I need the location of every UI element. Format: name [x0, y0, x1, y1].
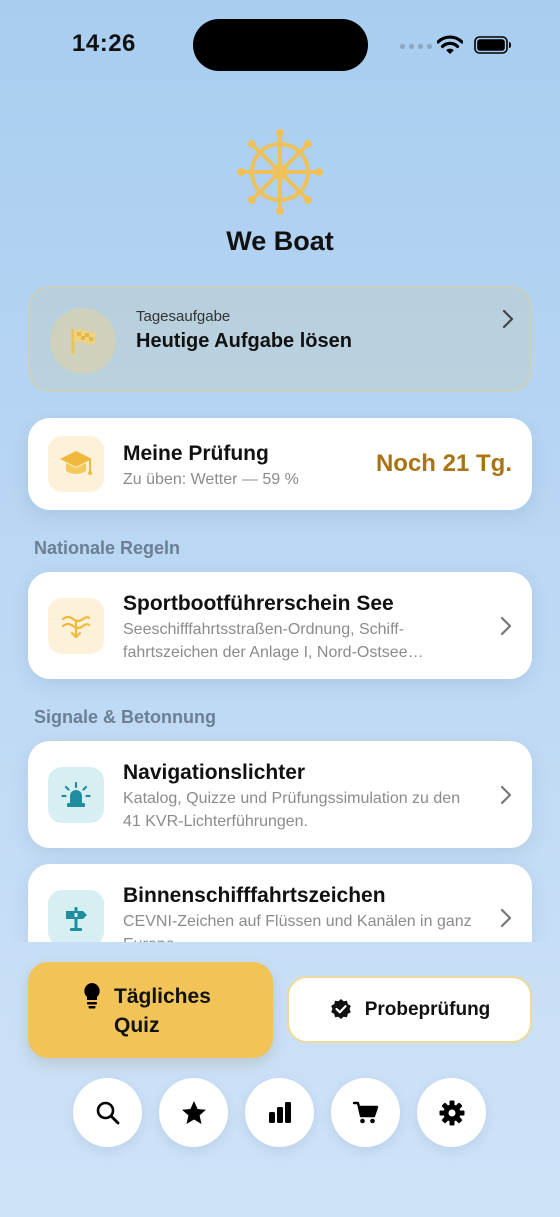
- daily-task-card[interactable]: Tagesaufgabe Heutige Aufgabe lösen: [28, 286, 532, 392]
- checkered-flag-icon: [71, 328, 95, 355]
- chevron-right-icon: [500, 785, 512, 805]
- exam-countdown: Noch 21 Tg.: [375, 450, 512, 477]
- list-item-inland-signs[interactable]: Binnenschifffahrtszeichen CEVNI-Zeichen …: [28, 864, 532, 942]
- task-title: Heutige Aufgabe lösen: [136, 330, 352, 352]
- list-item-navigation-lights[interactable]: Navigationslichter Katalog, Quizze und P…: [28, 741, 532, 848]
- sbf-title: Sportbootführerschein See: [123, 592, 394, 615]
- signpost-icon: [66, 907, 87, 931]
- daily-quiz-button[interactable]: Tägliches Quiz: [28, 962, 273, 1058]
- graduation-cap-icon: [60, 451, 92, 475]
- my-exam-card[interactable]: Meine Prüfung Zu üben: Wetter — 59 % Noc…: [28, 418, 532, 510]
- lightbulb-icon: [84, 983, 100, 1009]
- app-title: We Boat: [226, 226, 334, 256]
- nav-lights-title: Navigationslichter: [123, 761, 306, 784]
- section-label-national-rules: Nationale Regeln: [34, 538, 181, 558]
- verified-badge-icon: [330, 998, 351, 1019]
- tab-favorites[interactable]: [159, 1078, 228, 1147]
- exam-title: Meine Prüfung: [123, 442, 269, 465]
- waves-icon: [61, 615, 91, 639]
- mock-exam-button[interactable]: Probeprüfung: [287, 976, 532, 1043]
- inland-signs-icon-tile: [48, 890, 104, 942]
- cart-icon: [352, 1101, 378, 1123]
- sbf-icon-tile: [48, 598, 104, 654]
- list-item-sbf-see[interactable]: Sportbootführerschein See Seeschifffahrt…: [28, 572, 532, 679]
- star-icon: [181, 1100, 206, 1124]
- stats-icon: [268, 1101, 291, 1123]
- daily-quiz-label: Tägliches Quiz: [114, 985, 211, 1037]
- dynamic-island: [193, 19, 368, 71]
- bottom-tab-bar: [73, 1078, 486, 1147]
- tab-settings[interactable]: [417, 1078, 486, 1147]
- mock-exam-label: Probeprüfung: [364, 998, 491, 1020]
- beacon-light-icon: [61, 781, 91, 807]
- nav-lights-subtitle: Katalog, Quizze und Prüfungssimulation z…: [123, 790, 461, 830]
- task-icon-bg: [50, 308, 116, 374]
- tab-stats[interactable]: [245, 1078, 314, 1147]
- battery-icon: [474, 36, 511, 54]
- status-time: 14:26: [72, 30, 136, 57]
- settings-icon: [439, 1100, 464, 1125]
- chevron-right-icon: [502, 309, 514, 329]
- task-kicker: Tagesaufgabe: [136, 308, 231, 325]
- tab-search[interactable]: [73, 1078, 142, 1147]
- search-icon: [96, 1101, 119, 1124]
- wifi-icon: [437, 35, 463, 54]
- ship-wheel-icon: [237, 129, 323, 215]
- inland-signs-title: Binnenschifffahrtszeichen: [123, 884, 386, 907]
- cellular-signal-icon: [400, 44, 432, 49]
- status-bar: 14:26: [0, 0, 560, 90]
- inland-signs-subtitle: CEVNI-Zeichen auf Flüssen und Kanälen in…: [123, 913, 472, 942]
- exam-icon-tile: [48, 436, 104, 492]
- section-label-signals: Signale & Betonnung: [34, 707, 216, 727]
- scroll-clip: Binnenschifffahrtszeichen CEVNI-Zeichen …: [0, 860, 560, 942]
- nav-lights-icon-tile: [48, 767, 104, 823]
- tab-shop[interactable]: [331, 1078, 400, 1147]
- sbf-subtitle: Seeschifffahrtsstraßen-Ordnung, Schiff­f…: [123, 621, 424, 661]
- chevron-right-icon: [500, 908, 512, 928]
- chevron-right-icon: [500, 616, 512, 636]
